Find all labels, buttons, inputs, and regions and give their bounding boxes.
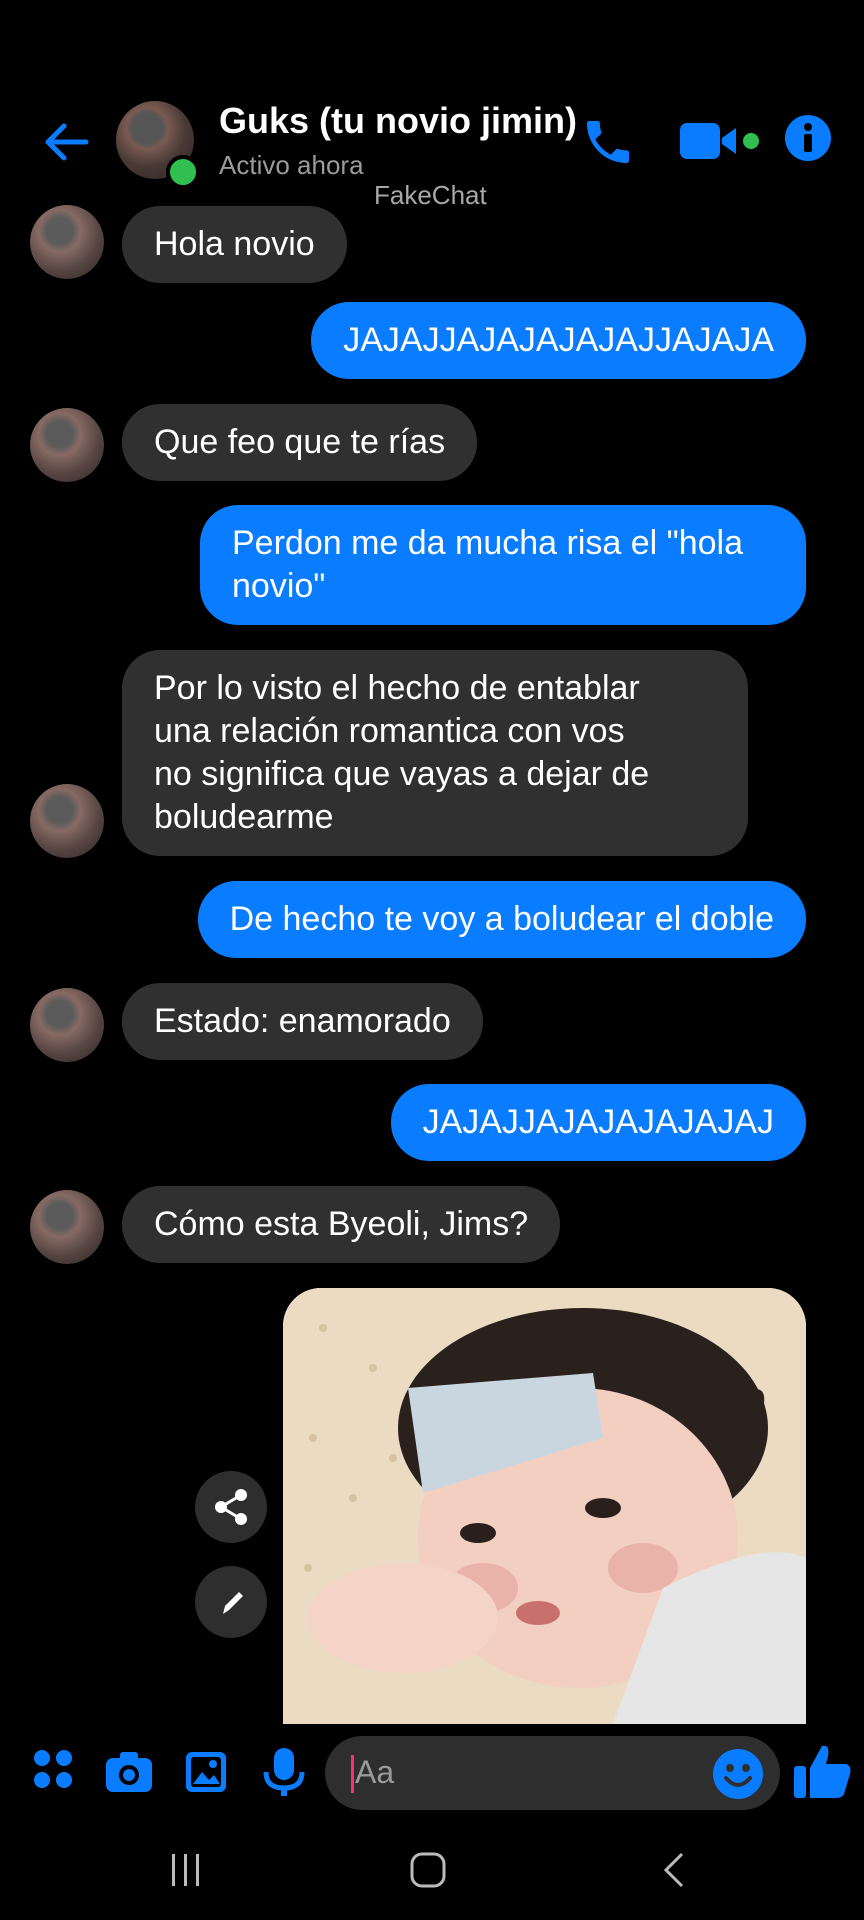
incoming-message[interactable]: Por lo visto el hecho de entablar una re… xyxy=(122,650,748,856)
back-icon[interactable] xyxy=(654,1850,694,1890)
incoming-message[interactable]: Hola novio xyxy=(122,206,347,283)
message-text: Hola novio xyxy=(154,225,315,263)
outgoing-message[interactable]: De hecho te voy a boludear el doble xyxy=(197,881,806,958)
thumbs-up-icon[interactable] xyxy=(792,1740,854,1802)
incoming-message[interactable]: Estado: enamorado xyxy=(122,983,483,1060)
watermark: FakeChat xyxy=(374,180,487,210)
sender-avatar[interactable] xyxy=(30,205,104,279)
back-arrow-icon[interactable] xyxy=(40,116,92,168)
message-text-line: boludearme xyxy=(154,798,334,836)
message-text-line: no significa que vayas a dejar de xyxy=(154,755,650,793)
message-text: Estado: enamorado xyxy=(154,1002,451,1040)
contact-status: Activo ahora xyxy=(219,150,364,180)
outgoing-message[interactable]: JAJAJJAJAJAJAJAJJAJAJA xyxy=(311,302,806,379)
video-camera-icon[interactable] xyxy=(678,118,764,164)
message-text: De hecho te voy a boludear el doble xyxy=(229,900,774,938)
message-text: JAJAJJAJAJAJAJAJJAJAJA xyxy=(343,321,774,359)
incoming-message[interactable]: Cómo esta Byeoli, Jims? xyxy=(122,1186,561,1263)
message-input-placeholder: Aa xyxy=(355,1754,395,1790)
apps-icon[interactable] xyxy=(32,1748,74,1790)
share-icon xyxy=(215,1489,247,1525)
message-text: Que feo que te rías xyxy=(154,423,446,461)
edit-button[interactable] xyxy=(195,1566,267,1638)
recent-apps-icon[interactable] xyxy=(166,1850,206,1890)
message-text-line: Perdon me da mucha risa el "hola xyxy=(232,524,744,562)
info-icon[interactable] xyxy=(784,114,832,162)
photo-message[interactable] xyxy=(283,1288,806,1724)
sender-avatar[interactable] xyxy=(30,784,104,858)
photo-image xyxy=(283,1288,806,1724)
outgoing-message[interactable]: JAJAJJAJAJAJAJAJAJ xyxy=(390,1084,806,1161)
emoji-icon[interactable] xyxy=(712,1748,764,1800)
incoming-message[interactable]: Que feo que te rías xyxy=(122,404,478,481)
camera-icon[interactable] xyxy=(104,1750,154,1794)
outgoing-message[interactable]: Perdon me da mucha risa el "hola novio" xyxy=(200,505,806,625)
edit-icon xyxy=(223,1592,243,1614)
contact-name[interactable]: Guks (tu novio jimin) xyxy=(219,100,577,142)
message-text-line: una relación romantica con vos xyxy=(154,712,625,750)
sender-avatar[interactable] xyxy=(30,988,104,1062)
microphone-icon[interactable] xyxy=(262,1746,306,1798)
online-indicator xyxy=(166,155,200,189)
message-text-line: novio" xyxy=(232,567,326,605)
message-text: Cómo esta Byeoli, Jims? xyxy=(154,1205,529,1243)
sender-avatar[interactable] xyxy=(30,1190,104,1264)
message-text: JAJAJJAJAJAJAJAJAJ xyxy=(422,1103,774,1141)
phone-icon[interactable] xyxy=(580,114,636,170)
text-caret xyxy=(351,1755,354,1793)
share-button[interactable] xyxy=(195,1471,267,1543)
message-text-line: Por lo visto el hecho de entablar xyxy=(154,669,640,707)
gallery-icon[interactable] xyxy=(184,1750,228,1794)
sender-avatar[interactable] xyxy=(30,408,104,482)
home-icon[interactable] xyxy=(408,1850,448,1890)
